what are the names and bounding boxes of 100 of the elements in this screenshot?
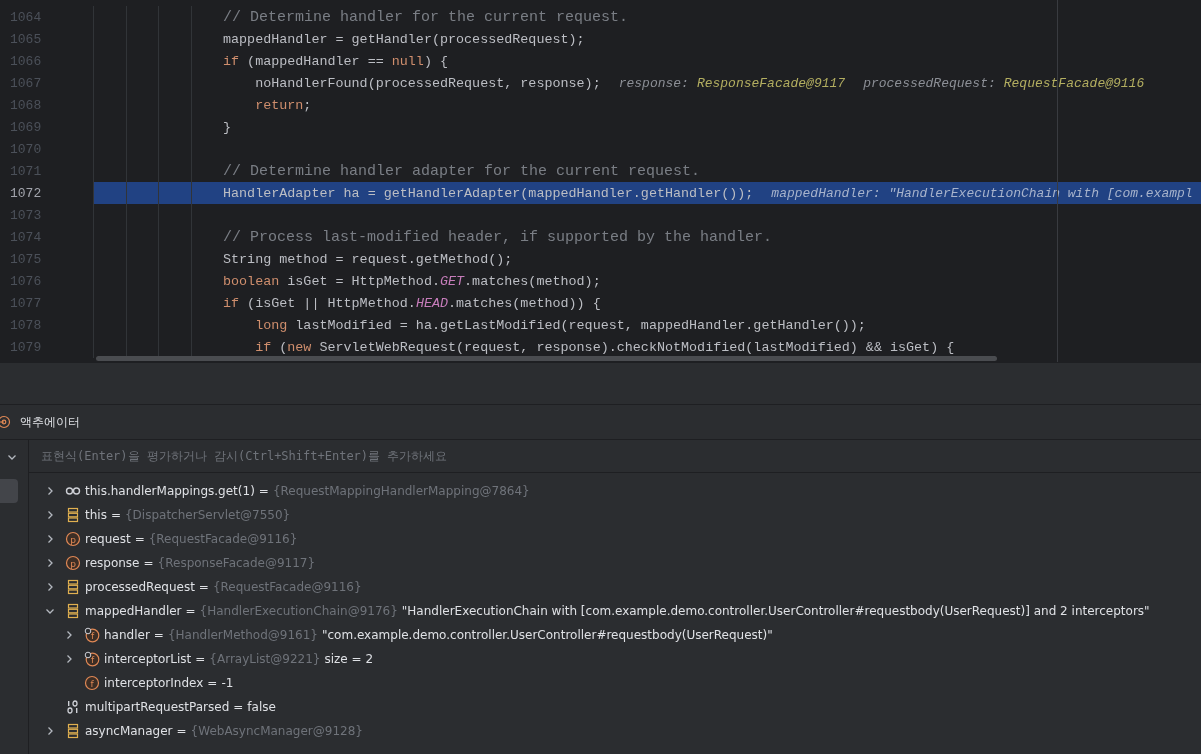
variable-name: request <box>85 532 131 546</box>
code-text: HandlerAdapter ha = getHandlerAdapter(mappedHandler.getHandler()); <box>223 185 754 201</box>
code-text: mappedHandler = getHandler(processedRequest); <box>223 31 585 47</box>
equals-sign: = <box>110 508 121 522</box>
code-constant: GET <box>439 273 465 289</box>
code-keyword: boolean <box>223 273 280 289</box>
equals-sign: = <box>185 604 196 618</box>
chevron-down-icon[interactable] <box>45 606 55 616</box>
inline-hint-value: RequestFacade@9116 <box>1003 75 1145 91</box>
code-keyword: if <box>223 295 240 311</box>
variable-value: false <box>247 700 276 714</box>
variable-type: {ArrayList@9221} <box>209 652 321 666</box>
variable-name: response <box>85 556 140 570</box>
code-keyword: return <box>254 97 304 113</box>
stack-icon <box>65 723 81 739</box>
code-text: (isGet || HttpMethod. <box>246 295 416 311</box>
variable-name: handler <box>104 628 150 642</box>
binary-icon <box>65 699 81 715</box>
code-text: ) { <box>423 53 449 69</box>
chevron-right-icon[interactable] <box>64 654 74 664</box>
code-keyword: new <box>287 339 312 355</box>
variable-name: processedRequest <box>85 580 195 594</box>
chevron-right-icon[interactable] <box>45 726 55 736</box>
code-text: ( <box>278 339 288 355</box>
equals-sign: = <box>233 700 244 714</box>
variable-name: asyncManager <box>85 724 173 738</box>
variable-row[interactable]: f interceptorList = {ArrayList@9221} size = 2 <box>1 647 1201 671</box>
code-keyword: if <box>223 53 240 69</box>
variable-row[interactable]: f handler = {HandlerMethod@9161} "com.example.demo.controller.UserController#requestbody(UserRequest)" <box>1 623 1201 647</box>
code-constant: HEAD <box>415 295 449 311</box>
equals-sign: = <box>198 580 209 594</box>
variable-value: size = 2 <box>324 652 374 666</box>
variable-row[interactable]: p request = {RequestFacade@9116} <box>1 527 1201 551</box>
code-text: } <box>223 119 232 135</box>
code-text: noHandlerFound(processedRequest, response); <box>254 75 601 91</box>
stack-icon <box>65 579 81 595</box>
equals-sign: = <box>258 484 269 498</box>
field-lock-icon: f <box>84 627 100 643</box>
parameter-icon: p <box>65 555 81 571</box>
variable-row[interactable]: asyncManager = {WebAsyncManager@9128} <box>1 719 1201 743</box>
code-text: .matches(method); <box>464 273 601 289</box>
code-comment: // Process last-modified header, if supported by the handler. <box>223 228 773 246</box>
code-comment: // Determine handler for the current request. <box>223 8 629 26</box>
code-text: ServletWebRequest(request, response).checkNotModified(lastModified) && isGet) { <box>318 339 955 355</box>
variable-row[interactable]: this = {DispatcherServlet@7550} <box>1 503 1201 527</box>
variable-name: this <box>85 508 107 522</box>
field-icon: f <box>84 675 100 691</box>
chevron-right-icon[interactable] <box>64 630 74 640</box>
panel-title: 액추에이터 <box>20 413 80 431</box>
inline-hint: response: <box>618 75 689 91</box>
stack-icon <box>65 507 81 523</box>
variable-name: interceptorList <box>104 652 192 666</box>
code-keyword: null <box>391 53 424 69</box>
inline-hint: mappedHandler: "HandlerExecutionChain with [com.exampl <box>771 185 1193 201</box>
equals-sign: = <box>195 652 206 666</box>
line-number: 1072 <box>0 182 93 204</box>
variable-type: {HandlerMethod@9161} <box>167 628 318 642</box>
variable-row[interactable]: f interceptorIndex = -1 <box>1 671 1201 695</box>
scrollbar-thumb[interactable] <box>96 356 997 361</box>
variable-type: {DispatcherServlet@7550} <box>124 508 291 522</box>
code-keyword: if <box>254 339 272 355</box>
variable-type: {RequestMappingHandlerMapping@7864} <box>272 484 530 498</box>
variable-row[interactable]: p response = {ResponseFacade@9117} <box>1 551 1201 575</box>
code-text: lastModified = ha.getLastModified(request, mappedHandler.getHandler()); <box>294 317 866 333</box>
equals-sign: = <box>207 676 218 690</box>
variable-row[interactable]: multipartRequestParsed = false <box>1 695 1201 719</box>
equals-sign: = <box>143 556 154 570</box>
variable-name: multipartRequestParsed <box>85 700 230 714</box>
variable-type: {WebAsyncManager@9128} <box>190 724 363 738</box>
chevron-right-icon[interactable] <box>45 558 55 568</box>
field-lock-icon: f <box>84 651 100 667</box>
variable-row[interactable]: mappedHandler = {HandlerExecutionChain@9176} "HandlerExecutionChain with [com.example.demo.controller.UserController#requestbody(UserRequest)] and 2 interceptors" <box>1 599 1201 623</box>
variable-type: {RequestFacade@9116} <box>212 580 362 594</box>
inline-hint: processedRequest: <box>863 75 996 91</box>
variable-name: this.handlerMappings.get(1) <box>85 484 255 498</box>
stack-icon <box>65 603 81 619</box>
chevron-right-icon[interactable] <box>45 510 55 520</box>
code-text: .matches(method)) { <box>448 295 601 311</box>
inline-hint-value: ResponseFacade@9117 <box>696 75 846 91</box>
chevron-right-icon[interactable] <box>45 582 55 592</box>
chevron-right-icon[interactable] <box>45 486 55 496</box>
variable-value: -1 <box>221 676 234 690</box>
variable-name: interceptorIndex <box>104 676 204 690</box>
code-text: (mappedHandler == <box>246 53 385 69</box>
chevron-down-icon[interactable] <box>7 452 17 462</box>
code-keyword: long <box>254 317 288 333</box>
variable-type: {ResponseFacade@9117} <box>157 556 316 570</box>
equals-sign: = <box>153 628 164 642</box>
variable-type: {RequestFacade@9116} <box>148 532 298 546</box>
code-text: isGet = HttpMethod. <box>286 273 440 289</box>
code-comment: // Determine handler adapter for the current request. <box>223 162 701 180</box>
variable-name: mappedHandler <box>85 604 182 618</box>
variable-row[interactable]: processedRequest = {RequestFacade@9116} <box>1 575 1201 599</box>
parameter-icon: p <box>65 531 81 547</box>
variable-type: {HandlerExecutionChain@9176} <box>199 604 398 618</box>
variable-value: "HandlerExecutionChain with [com.example.demo.controller.UserController#requestbody(UserRequest)] and 2 interceptors" <box>401 604 1150 618</box>
equals-sign: = <box>176 724 187 738</box>
code-text: String method = request.getMethod(); <box>223 251 513 267</box>
chevron-right-icon[interactable] <box>45 534 55 544</box>
variable-row[interactable]: this.handlerMappings.get(1) = {RequestMappingHandlerMapping@7864} <box>1 479 1201 503</box>
